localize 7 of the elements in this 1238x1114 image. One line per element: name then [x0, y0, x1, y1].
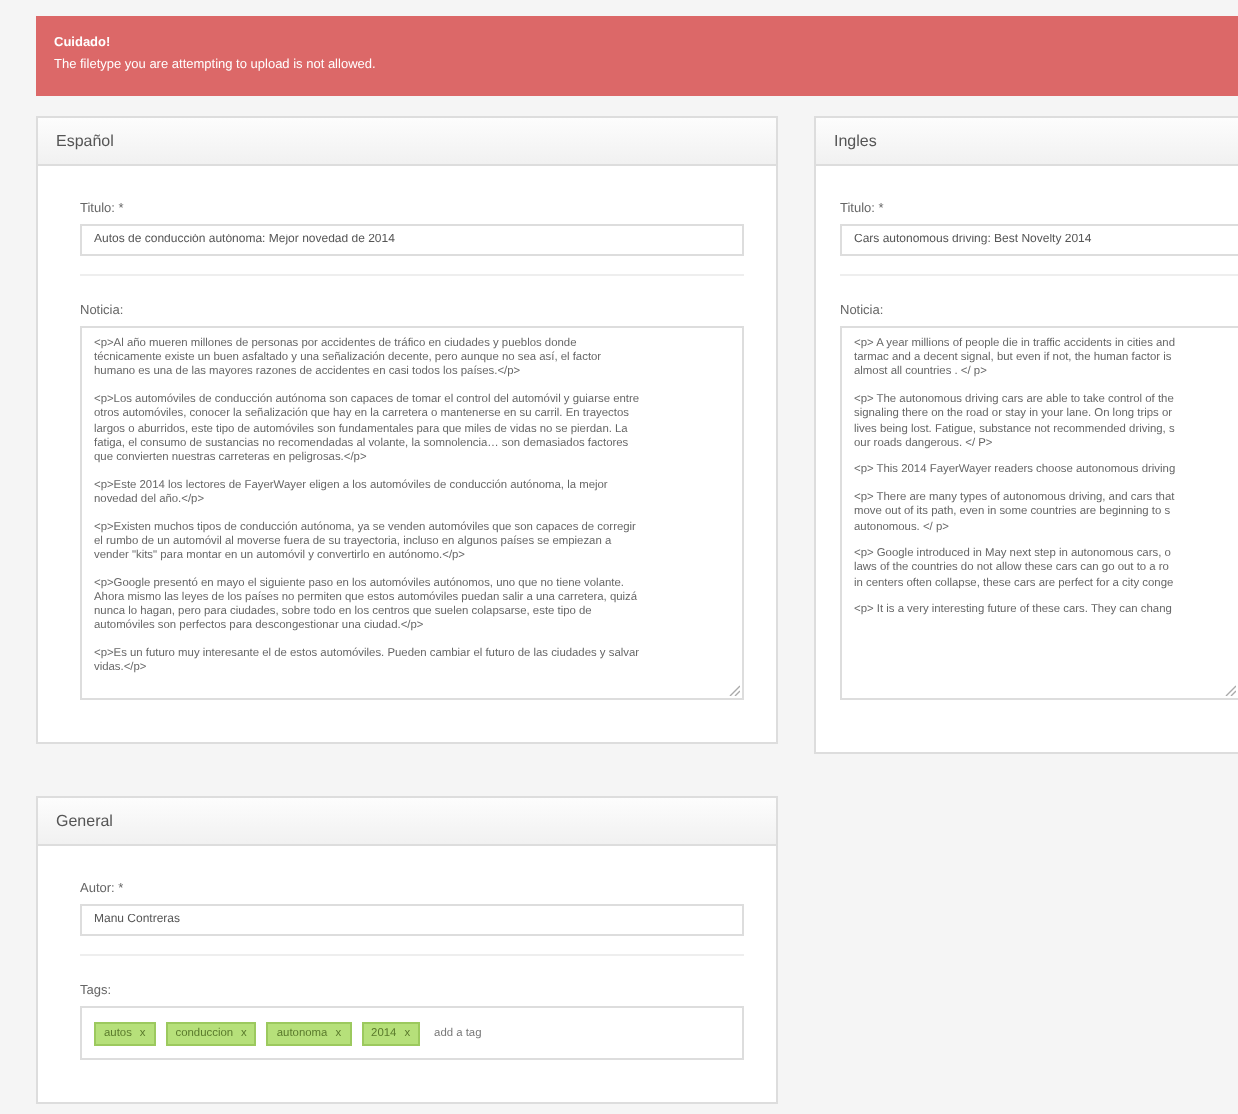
news-textarea[interactable] — [80, 326, 744, 700]
panel-heading: General — [38, 798, 776, 846]
resize-handle-icon[interactable] — [728, 684, 740, 696]
news-textarea[interactable] — [840, 326, 1238, 700]
panel-heading: Ingles — [816, 118, 1238, 166]
panel-heading: Español — [38, 118, 776, 166]
resize-handle-icon[interactable] — [1224, 684, 1236, 696]
